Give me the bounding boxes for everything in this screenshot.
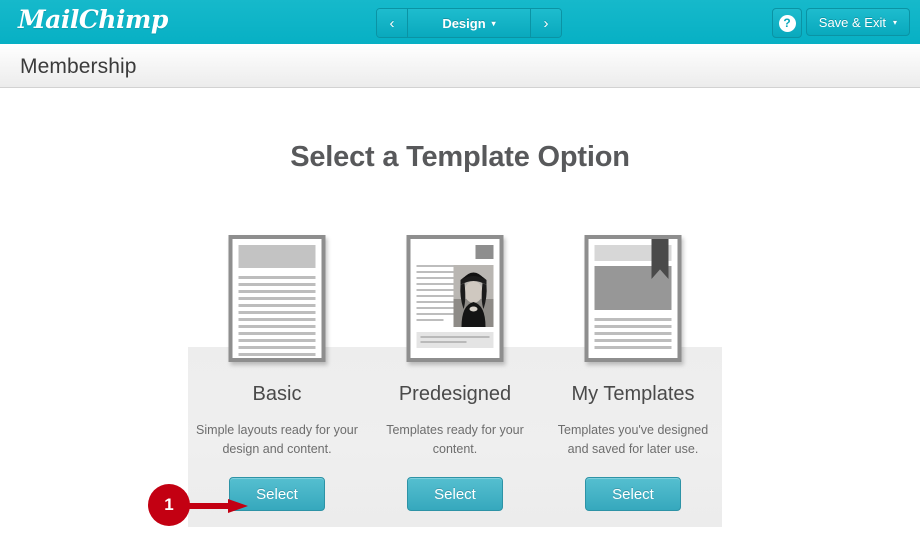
template-option-title: My Templates — [571, 383, 695, 405]
thumbnail-text-line — [238, 297, 316, 300]
template-option-title: Basic — [252, 383, 302, 405]
top-navigation-bar: MailChimp ‹ Design ▾ › ? Save & Exit ▾ — [0, 0, 920, 44]
app-root: MailChimp ‹ Design ▾ › ? Save & Exit ▾ M… — [0, 0, 920, 545]
thumbnail-text-line — [420, 341, 467, 343]
thumbnail-text-line — [416, 295, 455, 297]
thumbnail-text-line — [238, 318, 316, 321]
my-templates-layout-thumbnail-icon — [584, 235, 682, 362]
template-option-description: Simple layouts ready for your design and… — [196, 423, 358, 456]
template-option-description: Templates you've designed and saved for … — [557, 423, 709, 456]
thumbnail-text-line — [594, 332, 672, 335]
select-button-label: Select — [434, 485, 476, 503]
my-templates-thumbnail-wrapper — [584, 235, 682, 362]
template-option-predesigned[interactable]: Predesigned Templates ready for your con… — [366, 235, 544, 527]
select-button-label: Select — [612, 485, 654, 503]
template-option-list: Basic Simple layouts ready for your desi… — [188, 235, 722, 527]
thumbnail-text-line — [594, 318, 672, 321]
thumbnail-text-line — [416, 265, 455, 267]
thumbnail-text-column — [416, 265, 455, 325]
chevron-right-icon: › — [543, 14, 549, 32]
thumbnail-text-line — [420, 336, 490, 338]
thumbnail-text-line — [416, 283, 455, 285]
save-and-exit-label: Save & Exit — [818, 14, 886, 30]
wizard-step-nav: ‹ Design ▾ › — [376, 8, 562, 38]
mailchimp-logo[interactable]: MailChimp — [18, 5, 168, 34]
thumbnail-text-line — [238, 325, 316, 328]
thumbnail-photo — [453, 265, 494, 327]
thumbnail-text-line — [594, 339, 672, 342]
thumbnail-text-line — [416, 289, 455, 291]
previous-step-button[interactable]: ‹ — [377, 9, 407, 37]
thumbnail-logo-block — [475, 245, 494, 259]
thumbnail-text-line — [238, 311, 316, 314]
next-step-button[interactable]: › — [531, 9, 561, 37]
thumbnail-text-line — [416, 301, 455, 303]
current-step-label: Design — [442, 15, 486, 31]
thumbnail-text-line — [238, 346, 316, 349]
campaign-name: Membership — [20, 55, 137, 78]
chevron-down-icon: ▾ — [491, 19, 496, 28]
thumbnail-text-line — [238, 339, 316, 342]
thumbnail-text-line — [238, 283, 316, 286]
predesigned-thumbnail-wrapper — [406, 235, 504, 362]
thumbnail-text-line — [416, 271, 455, 273]
thumbnail-text-line — [238, 290, 316, 293]
thumbnail-text-line — [416, 313, 455, 315]
chevron-left-icon: ‹ — [389, 14, 395, 32]
thumbnail-text-line — [594, 325, 672, 328]
select-button-my-templates[interactable]: Select — [585, 477, 681, 511]
save-and-exit-button[interactable]: Save & Exit ▾ — [805, 8, 910, 36]
thumbnail-text-line — [238, 304, 316, 307]
question-mark-icon: ? — [778, 14, 796, 32]
current-step-dropdown[interactable]: Design ▾ — [407, 9, 531, 37]
page-title: Select a Template Option — [290, 141, 630, 173]
main-content: Select a Template Option Basic Simple la… — [0, 89, 920, 545]
thumbnail-text-line — [238, 353, 316, 356]
predesigned-layout-thumbnail-icon — [406, 235, 504, 362]
template-option-my-templates[interactable]: My Templates Templates you've designed a… — [544, 235, 722, 527]
thumbnail-text-line — [594, 346, 672, 349]
template-option-title: Predesigned — [398, 383, 512, 405]
thumbnail-text-line — [416, 277, 455, 279]
thumbnail-text-line — [238, 332, 316, 335]
chevron-down-icon: ▾ — [892, 18, 897, 27]
thumbnail-text-line — [416, 319, 444, 321]
select-button-basic[interactable]: Select — [229, 477, 325, 511]
thumbnail-header-block — [238, 245, 316, 268]
portrait-photo-icon — [453, 265, 494, 327]
thumbnail-text-line — [416, 307, 455, 309]
template-option-basic[interactable]: Basic Simple layouts ready for your desi… — [188, 235, 366, 527]
thumbnail-footer-block — [416, 332, 494, 348]
thumbnail-hero-block — [594, 266, 672, 310]
template-option-description: Templates ready for your content. — [386, 423, 524, 456]
basic-thumbnail-wrapper — [228, 235, 326, 362]
help-button[interactable]: ? — [772, 8, 802, 38]
select-button-predesigned[interactable]: Select — [407, 477, 503, 511]
select-button-label: Select — [256, 485, 298, 503]
thumbnail-text-line — [238, 276, 316, 279]
basic-layout-thumbnail-icon — [228, 235, 326, 362]
campaign-subheader: Membership — [0, 44, 920, 88]
